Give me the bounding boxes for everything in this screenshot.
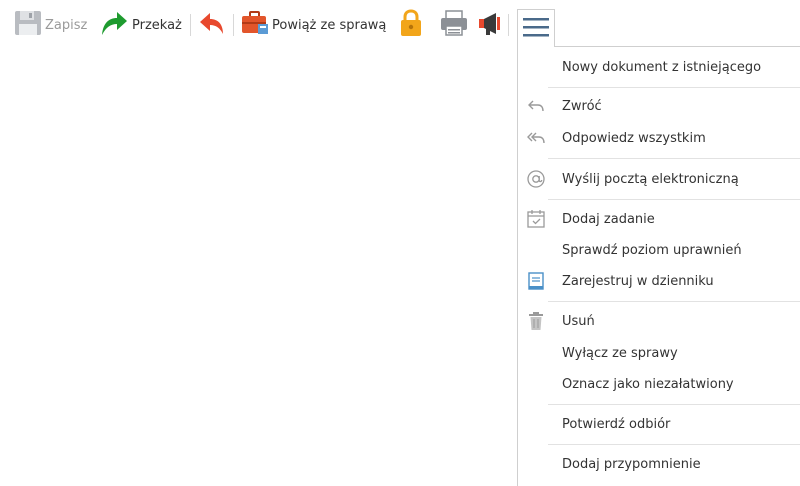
undo-button[interactable] xyxy=(198,10,226,40)
trash-icon xyxy=(525,310,547,332)
menu-divider xyxy=(548,199,800,200)
toolbar-separator xyxy=(190,14,191,36)
menu-item-exclude-from-case[interactable]: Wyłącz ze sprawy xyxy=(518,338,800,368)
megaphone-icon xyxy=(477,9,503,41)
menu-divider xyxy=(548,87,800,88)
menu-item-add-reminder[interactable]: Dodaj przypomnienie xyxy=(518,449,800,479)
menu-item-send-email[interactable]: Wyślij pocztą elektroniczną xyxy=(518,164,800,194)
menu-item-label: Zarejestruj w dzienniku xyxy=(562,273,714,289)
print-button[interactable] xyxy=(439,10,469,40)
printer-icon xyxy=(439,9,469,41)
menu-item-label: Potwierdź odbiór xyxy=(562,416,671,432)
lock-button[interactable] xyxy=(398,9,424,41)
menu-item-label: Usuń xyxy=(562,313,595,329)
calendar-task-icon xyxy=(525,208,547,230)
menu-item-label: Oznacz jako niezałatwiony xyxy=(562,376,734,392)
menu-item-mark-unresolved[interactable]: Oznacz jako niezałatwiony xyxy=(518,369,800,399)
menu-toggle-button[interactable] xyxy=(517,9,555,47)
menu-item-new-document[interactable]: Nowy dokument z istniejącego xyxy=(518,52,800,82)
menu-item-label: Odpowiedz wszystkim xyxy=(562,130,706,146)
menu-item-delete[interactable]: Usuń xyxy=(518,306,800,336)
menu-item-label: Nowy dokument z istniejącego xyxy=(562,59,762,75)
forward-button[interactable]: Przekaż xyxy=(99,10,182,40)
return-icon xyxy=(525,95,547,117)
link-case-label: Powiąż ze sprawą xyxy=(272,17,387,33)
forward-arrow-icon xyxy=(99,9,129,41)
toolbar-separator xyxy=(233,14,234,36)
menu-item-register-journal[interactable]: Zarejestruj w dzienniku xyxy=(518,266,800,296)
journal-icon xyxy=(525,270,547,292)
save-label: Zapisz xyxy=(45,17,88,33)
announce-button[interactable] xyxy=(477,10,503,40)
forward-label: Przekaż xyxy=(132,17,182,33)
menu-item-confirm-receipt[interactable]: Potwierdź odbiór xyxy=(518,409,800,439)
menu-item-check-permissions[interactable]: Sprawdź poziom uprawnień xyxy=(518,235,800,265)
menu-item-label: Wyłącz ze sprawy xyxy=(562,345,678,361)
menu-item-label: Zwróć xyxy=(562,98,602,114)
menu-item-label: Sprawdź poziom uprawnień xyxy=(562,242,742,258)
hamburger-menu-icon xyxy=(522,16,550,42)
menu-item-reply-all[interactable]: Odpowiedz wszystkim xyxy=(518,123,800,153)
menu-divider xyxy=(548,404,800,405)
at-sign-icon xyxy=(525,168,547,190)
link-case-button[interactable]: Powiąż ze sprawą xyxy=(241,10,386,40)
menu-item-label: Wyślij pocztą elektroniczną xyxy=(562,171,739,187)
lock-icon xyxy=(398,9,424,41)
briefcase-icon xyxy=(241,10,269,40)
save-button[interactable]: Zapisz xyxy=(14,10,87,40)
menu-divider xyxy=(548,158,800,159)
menu-item-label: Dodaj zadanie xyxy=(562,211,655,227)
toolbar-separator xyxy=(508,14,509,36)
menu-item-label: Dodaj przypomnienie xyxy=(562,456,701,472)
toolbar: Zapisz Przekaż Powiąż ze sprawą xyxy=(0,0,800,48)
floppy-disk-icon xyxy=(14,10,42,40)
reply-all-icon xyxy=(525,127,547,149)
undo-arrow-icon xyxy=(198,10,226,40)
menu-divider xyxy=(548,444,800,445)
menu-item-return[interactable]: Zwróć xyxy=(518,91,800,121)
actions-menu: Nowy dokument z istniejącego Zwróć Odpow… xyxy=(517,46,800,486)
menu-item-add-task[interactable]: Dodaj zadanie xyxy=(518,204,800,234)
menu-divider xyxy=(548,301,800,302)
